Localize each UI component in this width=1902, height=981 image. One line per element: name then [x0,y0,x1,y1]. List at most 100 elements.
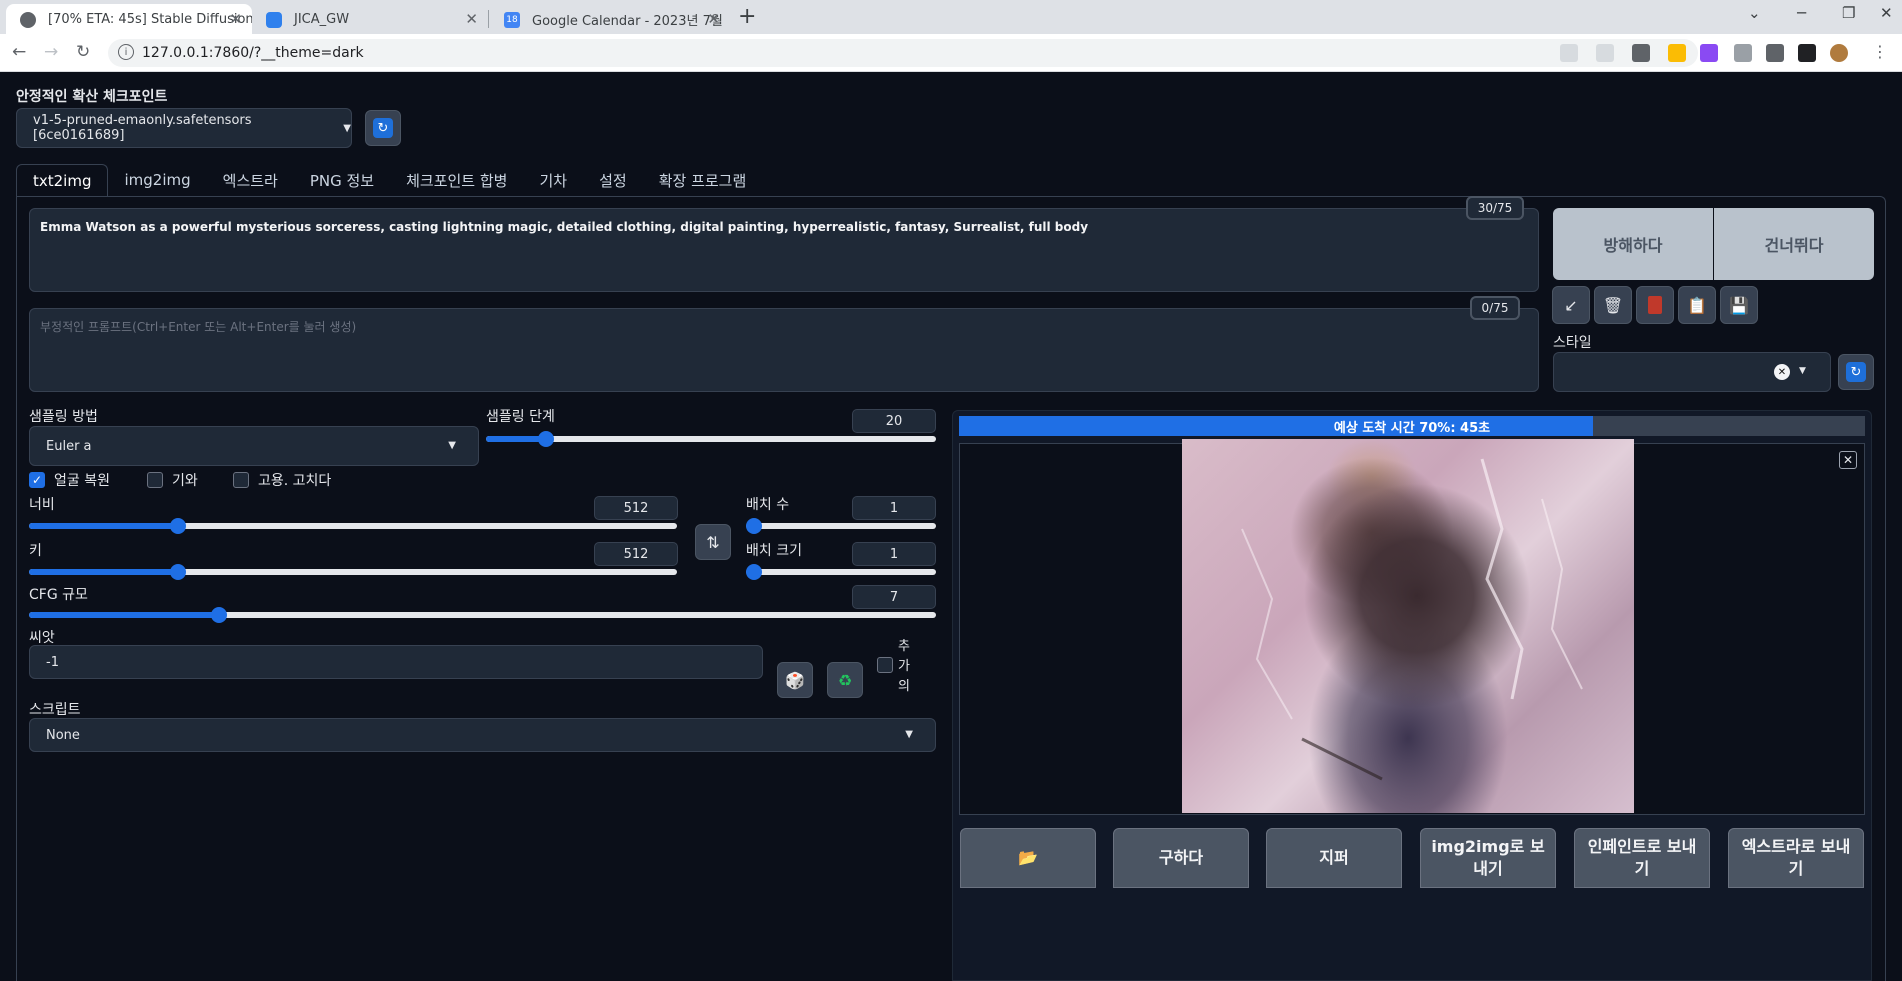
close-tab-icon[interactable]: ✕ [465,10,478,28]
negative-prompt-input[interactable]: 부정적인 프롬프트(Ctrl+Enter 또는 Alt+Enter를 눌러 생성… [29,308,1539,392]
new-tab-button[interactable]: + [738,4,756,29]
slider-fill [29,612,220,618]
send-to-img2img-button[interactable]: img2img로 보내기 [1420,828,1556,888]
prompt-input[interactable]: Emma Watson as a powerful mysterious sor… [29,208,1539,292]
tiling-checkbox[interactable]: 기와 [147,470,198,490]
extension-icon[interactable] [1700,44,1718,62]
restore-icon[interactable]: ❐ [1842,4,1855,22]
height-input[interactable]: 512 [594,542,678,566]
close-tab-icon[interactable]: ✕ [707,10,720,28]
close-image-button[interactable]: ✕ [1839,451,1857,469]
batch-size-slider[interactable] [746,569,936,575]
tab-settings[interactable]: 설정 [583,164,643,196]
translate-icon[interactable] [1632,44,1650,62]
batch-count-slider[interactable] [746,523,936,529]
zip-button[interactable]: 지퍼 [1266,828,1402,888]
open-folder-button[interactable]: 📂 [960,828,1096,888]
cfg-scale-slider[interactable] [29,612,936,618]
extension-icon[interactable] [1734,44,1752,62]
seed-input[interactable]: -1 [29,645,763,679]
tab-img2img[interactable]: img2img [108,164,206,196]
tab-txt2img[interactable]: txt2img [16,164,109,196]
menu-kebab-icon[interactable]: ⋮ [1872,42,1890,61]
prompt-token-counter: 30/75 [1466,196,1524,220]
share-icon[interactable] [1560,44,1578,62]
slider-thumb[interactable] [746,564,762,580]
close-window-icon[interactable]: ✕ [1880,4,1893,22]
slider-thumb[interactable] [170,518,187,534]
browser-tab-title: Google Calendar - 2023년 7월 [532,13,723,29]
checkbox-box [877,657,893,673]
cfg-scale-label: CFG 규모 [29,587,88,603]
width-label: 너비 [29,497,55,513]
main-tabs: txt2img img2img 엑스트라 PNG 정보 체크포인트 합병 기차 … [16,164,762,196]
extension-icon[interactable] [1668,44,1686,62]
tab-checkpoint-merger[interactable]: 체크포인트 합병 [390,164,523,196]
bookmark-star-icon[interactable] [1596,44,1614,62]
progress-bar: 예상 도착 시간 70%: 45초 [959,416,1865,436]
sampling-steps-input[interactable]: 20 [852,409,936,433]
forward-icon[interactable]: → [44,42,58,62]
save-button[interactable]: 구하다 [1113,828,1249,888]
browser-tab-stable-diffusion[interactable]: [70% ETA: 45s] Stable Diffusion ✕ [6,4,252,34]
cfg-scale-input[interactable]: 7 [852,585,936,609]
send-to-inpaint-button[interactable]: 인페인트로 보내기 [1574,828,1710,888]
progress-text: 예상 도착 시간 70%: 45초 [1333,420,1491,436]
extensions-puzzle-icon[interactable] [1766,44,1784,62]
tab-search-icon[interactable]: ⌄ [1748,4,1761,22]
send-to-extras-button[interactable]: 엑스트라로 보내기 [1728,828,1864,888]
apply-style-button[interactable]: 📋 [1678,286,1716,324]
slider-fill [486,436,546,442]
hires-fix-checkbox[interactable]: 고용. 고치다 [233,470,331,490]
width-slider[interactable] [29,523,677,529]
refresh-checkpoint-button[interactable]: ↻ [365,110,401,146]
reload-icon[interactable]: ↻ [76,42,90,62]
read-params-button[interactable]: ↙ [1552,286,1590,324]
close-tab-icon[interactable]: ✕ [229,10,242,28]
side-panel-icon[interactable] [1798,44,1816,62]
clipboard-icon: 📋 [1687,295,1707,315]
face-restore-checkbox[interactable]: ✓ 얼굴 복원 [29,470,110,490]
address-bar: ← → ↻ i 127.0.0.1:7860/?__theme=dark ⋮ [0,34,1902,72]
skip-button[interactable]: 건너뛰다 [1714,208,1874,280]
clear-prompt-button[interactable]: 🗑 [1594,286,1632,324]
site-info-icon[interactable]: i [118,44,134,60]
random-seed-button[interactable]: 🎲 [777,662,813,698]
tab-png-info[interactable]: PNG 정보 [294,164,390,196]
height-slider[interactable] [29,569,677,575]
back-icon[interactable]: ← [12,42,26,62]
tab-extensions[interactable]: 확장 프로그램 [643,164,763,196]
generated-image[interactable] [1182,439,1634,813]
tab-train[interactable]: 기차 [523,164,583,196]
batch-count-label: 배치 수 [746,497,790,513]
browser-tab-jica[interactable]: JICA_GW ✕ [252,4,488,34]
tab-divider [488,10,489,28]
clear-icon[interactable]: ✕ [1774,364,1790,380]
minimize-icon[interactable]: ─ [1797,4,1806,22]
slider-thumb[interactable] [746,518,762,534]
script-dropdown[interactable]: None ▼ [29,718,936,752]
styles-dropdown[interactable]: ✕ ▼ [1553,352,1831,392]
slider-thumb[interactable] [538,431,554,447]
chevron-down-icon: ▼ [905,729,913,740]
checkpoint-dropdown[interactable]: v1-5-pruned-emaonly.safetensors [6ce0161… [16,108,352,148]
reuse-seed-button[interactable]: ♻ [827,662,863,698]
extra-networks-button[interactable] [1636,286,1674,324]
calendar-icon: 18 [504,12,520,28]
save-style-button[interactable]: 💾 [1720,286,1758,324]
card-icon [1648,296,1662,314]
slider-thumb[interactable] [170,564,187,580]
url-field[interactable]: i 127.0.0.1:7860/?__theme=dark [108,39,1698,67]
refresh-styles-button[interactable]: ↻ [1838,354,1874,390]
jica-logo-icon [266,12,282,28]
swap-dimensions-button[interactable]: ⇅ [695,524,731,560]
sampling-method-dropdown[interactable]: Euler a ▼ [29,426,479,466]
batch-count-input[interactable]: 1 [852,496,936,520]
interrupt-button[interactable]: 방해하다 [1553,208,1713,280]
tab-extras[interactable]: 엑스트라 [207,164,294,196]
profile-avatar[interactable] [1830,44,1848,62]
batch-size-input[interactable]: 1 [852,542,936,566]
sampling-method-label: 샘플링 방법 [29,409,98,425]
browser-tab-calendar[interactable]: 18 Google Calendar - 2023년 7월 ✕ [490,4,730,34]
width-input[interactable]: 512 [594,496,678,520]
